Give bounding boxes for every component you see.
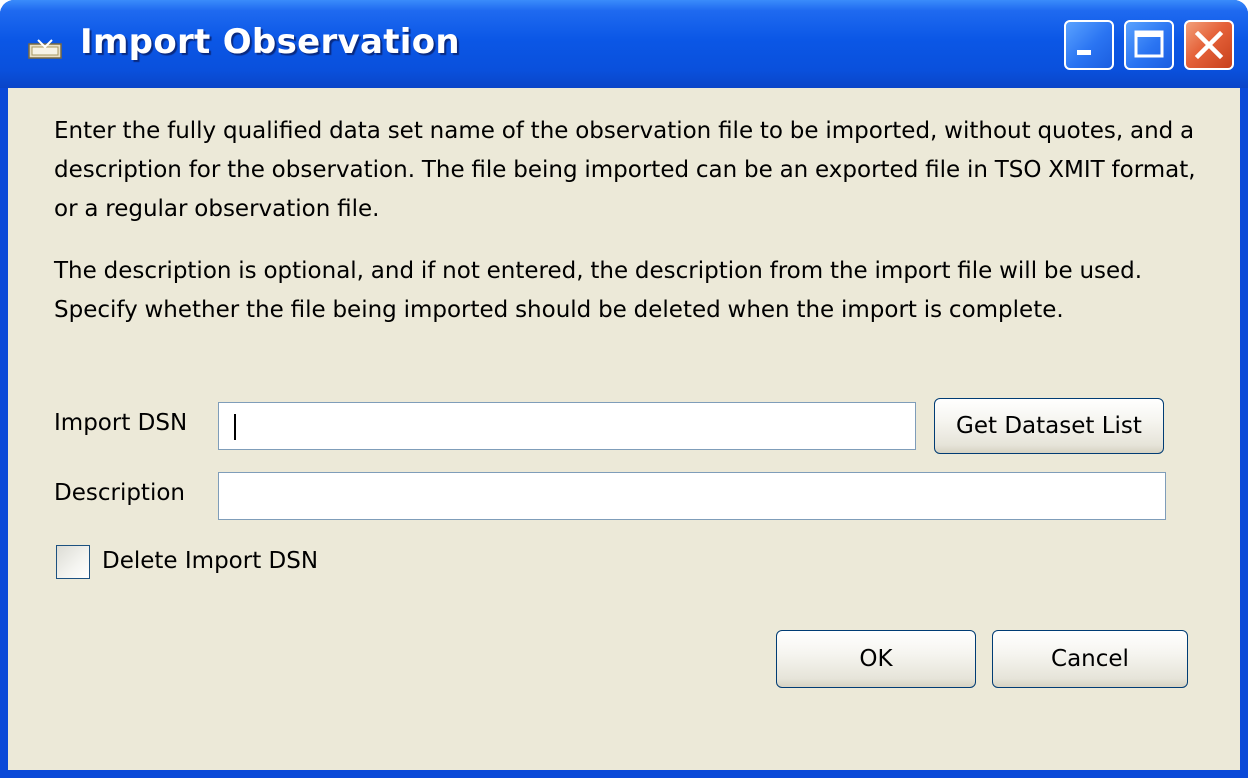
minimize-icon bbox=[1077, 50, 1091, 55]
import-observation-dialog: Import Observation Enter the fully quali… bbox=[0, 0, 1248, 778]
description-label: Description bbox=[54, 480, 185, 506]
instructions-paragraph-1: Enter the fully qualified data set name … bbox=[54, 118, 1196, 222]
cancel-button[interactable]: Cancel bbox=[992, 630, 1188, 688]
maximize-icon bbox=[1134, 30, 1164, 58]
title-bar[interactable]: Import Observation bbox=[0, 0, 1248, 88]
minimize-button[interactable] bbox=[1064, 20, 1114, 70]
dialog-body: Enter the fully qualified data set name … bbox=[8, 88, 1240, 770]
text-caret bbox=[234, 414, 236, 440]
import-dsn-input[interactable] bbox=[218, 402, 916, 450]
get-dataset-list-button[interactable]: Get Dataset List bbox=[934, 398, 1164, 454]
maximize-button[interactable] bbox=[1124, 20, 1174, 70]
close-button[interactable] bbox=[1184, 20, 1234, 70]
ok-button[interactable]: OK bbox=[776, 630, 976, 688]
delete-import-dsn-checkbox[interactable] bbox=[56, 545, 90, 579]
close-icon bbox=[1194, 30, 1224, 60]
delete-import-dsn-label[interactable]: Delete Import DSN bbox=[102, 548, 318, 574]
instructions-paragraph-2: The description is optional, and if not … bbox=[54, 258, 1143, 323]
import-icon bbox=[28, 38, 62, 60]
window-title: Import Observation bbox=[80, 22, 460, 62]
import-dsn-label: Import DSN bbox=[54, 410, 188, 436]
description-input[interactable] bbox=[218, 472, 1166, 520]
